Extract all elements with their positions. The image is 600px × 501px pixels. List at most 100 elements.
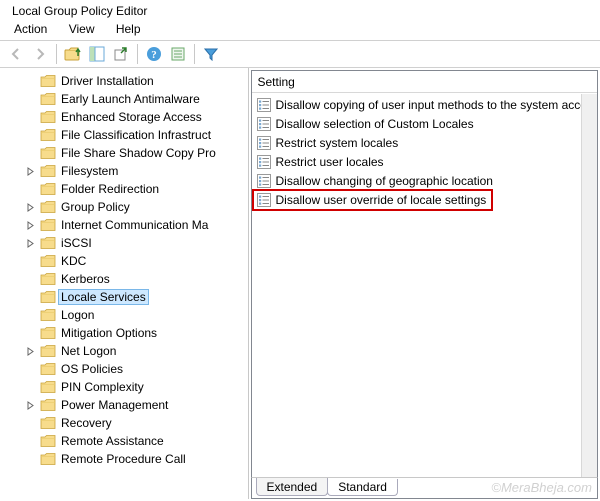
show-hide-tree-button[interactable] [86,43,108,65]
folder-icon [40,290,56,304]
tree-item[interactable]: Remote Procedure Call [0,450,248,468]
tree-item-label: Folder Redirection [60,182,160,196]
help-icon: ? [146,46,162,62]
tree-item[interactable]: OS Policies [0,360,248,378]
setting-row[interactable]: Restrict user locales [252,152,598,171]
tree-item[interactable]: Recovery [0,414,248,432]
setting-label: Disallow changing of geographic location [276,174,493,188]
menu-bar: Action View Help [0,20,600,40]
up-button[interactable] [62,43,84,65]
forward-button[interactable] [29,43,51,65]
tree-item[interactable]: iSCSI [0,234,248,252]
tree-item-label: Recovery [60,416,113,430]
expand-icon[interactable] [24,399,36,411]
tab-extended[interactable]: Extended [256,478,329,496]
tree-item[interactable]: Driver Installation [0,72,248,90]
tree-item[interactable]: Enhanced Storage Access [0,108,248,126]
setting-icon [256,192,272,208]
list-header-text: Setting [258,75,295,89]
tree-item-label: OS Policies [60,362,124,376]
folder-icon [40,380,56,394]
tree-item[interactable]: File Classification Infrastruct [0,126,248,144]
folder-icon [40,272,56,286]
setting-label: Restrict user locales [276,155,384,169]
tree-item[interactable]: Early Launch Antimalware [0,90,248,108]
setting-label: Disallow selection of Custom Locales [276,117,474,131]
setting-row[interactable]: Disallow user override of locale setting… [252,190,598,209]
tab-spacer [397,478,597,479]
filter-button[interactable] [200,43,222,65]
tree-item-label: Remote Procedure Call [60,452,187,466]
toolbar-separator [56,44,57,64]
tree-item[interactable]: File Share Shadow Copy Pro [0,144,248,162]
back-button[interactable] [5,43,27,65]
tab-spacer [252,478,256,479]
tree-item[interactable]: Logon [0,306,248,324]
tree-item[interactable]: Mitigation Options [0,324,248,342]
setting-icon [256,116,272,132]
settings-pane: Setting Disallow copying of user input m… [249,68,600,499]
folder-icon [40,128,56,142]
expand-icon[interactable] [24,237,36,249]
setting-row[interactable]: Disallow selection of Custom Locales [252,114,598,133]
properties-button[interactable] [167,43,189,65]
list-column-header[interactable]: Setting [252,71,598,93]
tree-item[interactable]: Net Logon [0,342,248,360]
main-area: Driver Installation Early Launch Antimalw… [0,68,600,499]
toolbar-separator [194,44,195,64]
expand-icon[interactable] [24,201,36,213]
properties-icon [170,46,186,62]
window-title: Local Group Policy Editor [0,0,600,20]
forward-icon [33,47,47,61]
folder-icon [40,326,56,340]
expand-icon[interactable] [24,219,36,231]
tree-item-label: KDC [60,254,87,268]
tree-item-label: Internet Communication Ma [60,218,209,232]
tree-item-label: Mitigation Options [60,326,158,340]
tree-item[interactable]: Locale Services [0,288,248,306]
folder-icon [40,416,56,430]
expand-icon[interactable] [24,345,36,357]
menu-action[interactable]: Action [14,22,47,36]
tree-item[interactable]: KDC [0,252,248,270]
tree-item[interactable]: PIN Complexity [0,378,248,396]
tree-item-label: Enhanced Storage Access [60,110,203,124]
folder-icon [40,308,56,322]
tree-item[interactable]: Filesystem [0,162,248,180]
setting-label: Disallow user override of locale setting… [276,193,487,207]
folder-icon [40,200,56,214]
settings-list-container: Setting Disallow copying of user input m… [251,70,599,477]
menu-view[interactable]: View [69,22,95,36]
tree-item[interactable]: Folder Redirection [0,180,248,198]
export-button[interactable] [110,43,132,65]
tree-item-label: Filesystem [60,164,119,178]
title-text: Local Group Policy Editor [12,4,147,18]
tree-item-label: iSCSI [60,236,93,250]
setting-row[interactable]: Disallow copying of user input methods t… [252,95,598,114]
folder-icon [40,218,56,232]
tree-item-label: Group Policy [60,200,131,214]
tree-item[interactable]: Power Management [0,396,248,414]
tree-pane[interactable]: Driver Installation Early Launch Antimalw… [0,68,249,499]
setting-row[interactable]: Restrict system locales [252,133,598,152]
vertical-scrollbar[interactable] [581,94,597,477]
export-icon [113,46,129,62]
menu-help[interactable]: Help [116,22,141,36]
expand-icon[interactable] [24,165,36,177]
tree: Driver Installation Early Launch Antimalw… [0,72,248,468]
help-button[interactable]: ? [143,43,165,65]
tree-item[interactable]: Internet Communication Ma [0,216,248,234]
tree-item[interactable]: Remote Assistance [0,432,248,450]
folder-icon [40,362,56,376]
tree-item-label: Early Launch Antimalware [60,92,201,106]
tree-item-label: Net Logon [60,344,117,358]
tree-icon [89,46,105,62]
toolbar-separator [137,44,138,64]
tree-item[interactable]: Kerberos [0,270,248,288]
tree-item-label: Driver Installation [60,74,155,88]
folder-icon [40,434,56,448]
tree-item-label: Power Management [60,398,169,412]
tree-item[interactable]: Group Policy [0,198,248,216]
tab-standard[interactable]: Standard [327,478,398,496]
setting-row[interactable]: Disallow changing of geographic location [252,171,598,190]
